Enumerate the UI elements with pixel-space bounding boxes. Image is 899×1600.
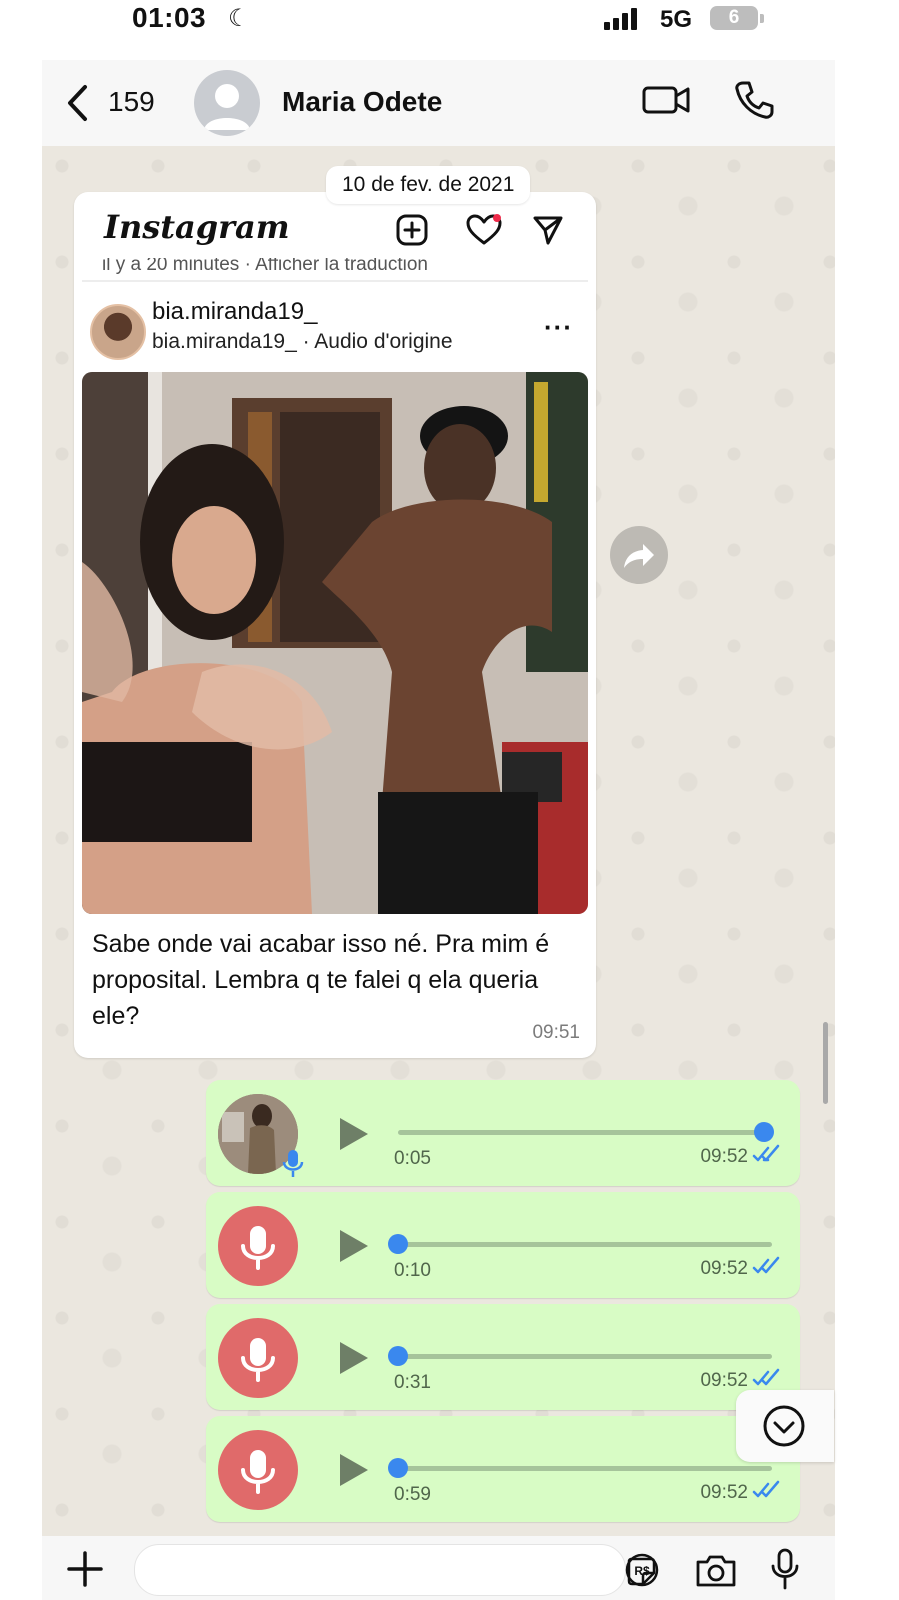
network-label: 5G [660,6,693,33]
play-icon[interactable] [340,1342,368,1374]
date-separator: 10 de fev. de 2021 [326,166,531,204]
mic-icon [241,1338,275,1382]
contact-name[interactable]: Maria Odete [282,86,442,118]
more-options-icon: ··· [544,312,573,342]
microphone-icon[interactable] [770,1548,800,1590]
voice-note-bubble[interactable]: 0:05 09:52 [206,1080,800,1186]
contact-avatar[interactable] [194,70,260,136]
mic-icon [241,1226,275,1270]
voice-avatar [218,1430,298,1510]
signal-icon [604,8,637,30]
svg-text:R$: R$ [634,1564,650,1578]
back-unread-count[interactable]: 159 [108,86,155,118]
playback-thumb[interactable] [388,1234,408,1254]
voice-time: 09:52 [700,1258,748,1279]
post-audio-subtitle: bia.miranda19_ · Audio d'origine [152,330,453,353]
post-divider [82,280,588,282]
voice-duration: 0:31 [394,1372,431,1393]
scrollbar-thumb[interactable] [823,1022,828,1104]
playback-track[interactable] [388,1346,772,1366]
battery-icon: 6 [710,6,758,30]
plus-icon[interactable] [66,1550,104,1588]
back-chevron-icon[interactable] [66,84,88,122]
battery-tip [760,14,764,23]
read-ticks-icon [752,1368,780,1386]
playback-track[interactable] [398,1122,774,1142]
default-user-icon [204,84,250,130]
profile-avatar [90,304,146,360]
read-ticks-icon [752,1256,780,1274]
forward-arrow-icon [624,544,654,568]
play-icon[interactable] [340,1118,368,1150]
voice-avatar [218,1318,298,1398]
post-username: bia.miranda19_ [152,298,318,325]
moon-icon: ☾ [228,5,250,32]
voice-avatar [218,1206,298,1286]
video-call-icon[interactable] [642,82,690,118]
camera-icon[interactable] [694,1554,738,1588]
video-still-image [82,372,588,914]
heart-notification-icon [466,214,502,245]
add-post-icon [396,214,428,246]
voice-duration: 0:59 [394,1484,431,1505]
voice-note-bubble[interactable]: 0:10 09:52 [206,1192,800,1298]
voice-time: 09:52 [700,1370,748,1391]
play-icon[interactable] [340,1230,368,1262]
instagram-logo: Instagram [104,208,290,246]
message-text-field[interactable] [134,1544,656,1596]
playback-thumb[interactable] [754,1122,774,1142]
status-bar: 01:03 ☾ 5G 6 [0,0,899,44]
chat-header: 159 Maria Odete [42,60,835,146]
mic-icon [282,1150,304,1177]
playback-thumb[interactable] [388,1346,408,1366]
direct-message-icon [533,216,563,245]
message-time: 09:51 [532,1022,580,1043]
voice-time: 09:52 [700,1482,748,1503]
forward-button[interactable] [610,526,668,584]
voice-note-bubble[interactable]: 0:59 09:52 [206,1416,800,1522]
status-time: 01:03 [132,2,207,33]
scroll-to-bottom-button[interactable] [736,1390,834,1462]
mic-icon [241,1450,275,1494]
playback-track[interactable] [388,1458,772,1478]
voice-duration: 0:10 [394,1260,431,1281]
cut-off-caption: il y a 20 minutes · Afficher la traducti… [102,258,428,274]
voice-duration: 0:05 [394,1148,431,1169]
play-icon[interactable] [340,1454,368,1486]
voice-note-bubble[interactable]: 0:31 09:52 [206,1304,800,1410]
read-ticks-icon [752,1480,780,1498]
read-ticks-icon [752,1144,780,1162]
message-input-bar: R$ [42,1536,835,1600]
voice-time: 09:52 [700,1146,748,1167]
playback-track[interactable] [388,1234,772,1254]
incoming-message-bubble[interactable]: Instagram il y a 20 minutes · Afficher l… [74,192,596,1058]
payment-icon[interactable]: R$ [624,1552,660,1588]
phone-call-icon[interactable] [734,80,774,120]
message-text: Sabe onde vai acabar isso né. Pra mim é … [92,930,550,1030]
post-video-frame [82,372,588,914]
chevron-down-circle-icon [763,1405,805,1447]
playback-thumb[interactable] [388,1458,408,1478]
